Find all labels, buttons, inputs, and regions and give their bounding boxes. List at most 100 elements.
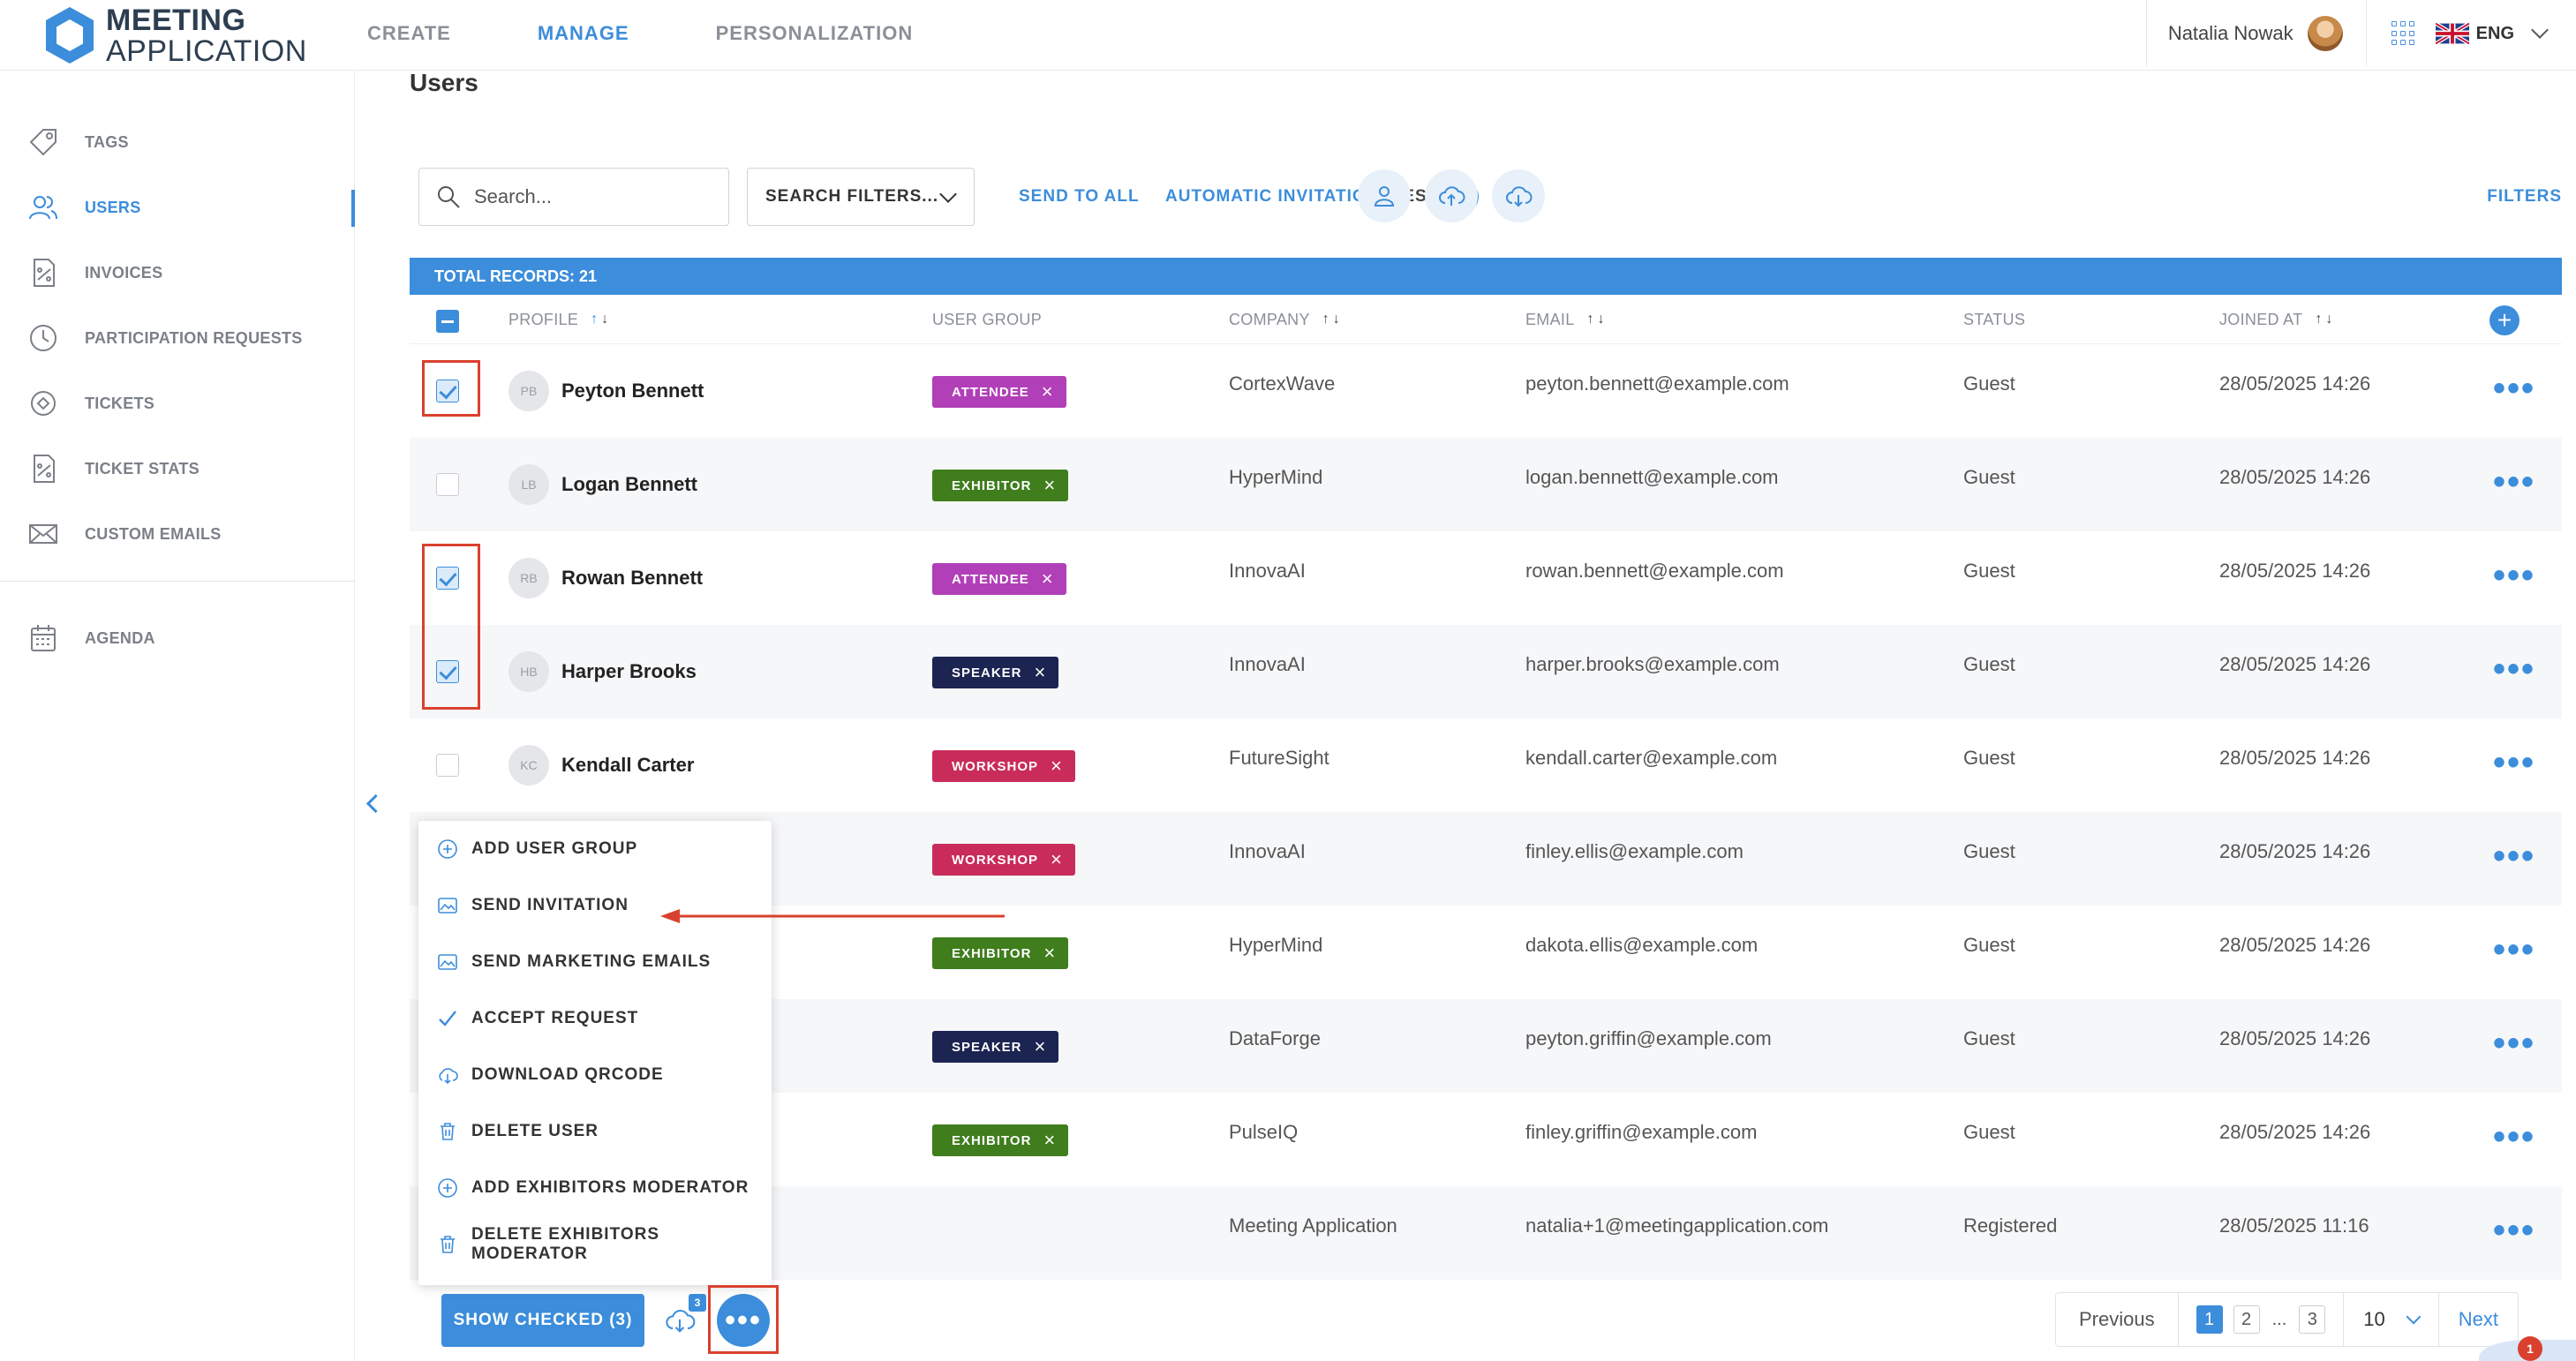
menu-add-exhibitors-moderator[interactable]: ADD EXHIBITORS MODERATOR bbox=[418, 1160, 772, 1216]
stats-icon bbox=[26, 452, 60, 485]
remove-group-close-icon[interactable]: × bbox=[1043, 942, 1056, 965]
sort-icon[interactable]: ↑↓ bbox=[591, 312, 612, 327]
apps-grid-icon[interactable] bbox=[2391, 21, 2416, 46]
company-cell: InnovaAI bbox=[1229, 560, 1306, 582]
sort-icon[interactable]: ↑↓ bbox=[2315, 312, 2336, 327]
column-company[interactable]: COMPANY ↑↓ bbox=[1229, 295, 1344, 344]
sidebar-item-participation-requests[interactable]: PARTICIPATION REQUESTS bbox=[0, 309, 355, 367]
row-actions-more-icon[interactable]: ••• bbox=[2493, 838, 2535, 874]
remove-group-close-icon[interactable]: × bbox=[1043, 474, 1056, 497]
user-icon bbox=[1374, 186, 1395, 207]
remove-group-close-icon[interactable]: × bbox=[1035, 1035, 1047, 1058]
per-page-select[interactable]: 10 bbox=[2344, 1293, 2439, 1346]
joined-at-cell: 28/05/2025 14:26 bbox=[2219, 934, 2371, 956]
row-checkbox[interactable] bbox=[436, 660, 459, 683]
remove-group-close-icon[interactable]: × bbox=[1051, 848, 1063, 871]
sidebar-item-ticket-stats[interactable]: TICKET STATS bbox=[0, 440, 355, 498]
row-actions-more-icon[interactable]: ••• bbox=[2493, 1119, 2535, 1154]
remove-group-close-icon[interactable]: × bbox=[1051, 755, 1063, 778]
status-cell: Guest bbox=[1963, 372, 2015, 395]
row-actions-more-icon[interactable]: ••• bbox=[2493, 1026, 2535, 1061]
menu-send-invitation[interactable]: SEND INVITATION bbox=[418, 877, 772, 934]
menu-delete-user[interactable]: DELETE USER bbox=[418, 1103, 772, 1160]
add-user-button[interactable] bbox=[1358, 169, 1411, 222]
sidebar-item-agenda[interactable]: AGENDA bbox=[0, 609, 355, 667]
sidebar-item-tickets[interactable]: TICKETS bbox=[0, 374, 355, 432]
chevron-down-icon bbox=[2531, 21, 2549, 39]
row-actions-more-icon[interactable]: ••• bbox=[2493, 1213, 2535, 1248]
user-avatar bbox=[2307, 16, 2343, 51]
company-cell: InnovaAI bbox=[1229, 840, 1306, 862]
menu-download-qrcode[interactable]: DOWNLOAD QRCODE bbox=[418, 1047, 772, 1103]
joined-at-cell: 28/05/2025 14:26 bbox=[2219, 840, 2371, 862]
column-joined-at[interactable]: JOINED AT ↑↓ bbox=[2219, 295, 2336, 344]
sidebar-item-invoices[interactable]: INVOICES bbox=[0, 244, 355, 302]
table-row: LB Logan Bennett EXHIBITOR × HyperMind logan.… bbox=[410, 438, 2562, 531]
sidebar-item-users[interactable]: USERS bbox=[0, 178, 355, 237]
user-name[interactable]: Peyton Bennett bbox=[561, 380, 704, 402]
user-name[interactable]: Harper Brooks bbox=[561, 660, 697, 683]
remove-group-close-icon[interactable]: × bbox=[1043, 1129, 1056, 1152]
user-menu[interactable]: Natalia Nowak bbox=[2145, 0, 2367, 67]
pagination: Previous 1 2 ... 3 10 Next bbox=[2055, 1292, 2519, 1347]
collapse-sidebar-chevron-icon[interactable] bbox=[364, 791, 383, 817]
show-checked-button[interactable]: SHOW CHECKED (3) bbox=[441, 1294, 644, 1347]
row-checkbox[interactable] bbox=[436, 754, 459, 777]
row-checkbox[interactable] bbox=[436, 380, 459, 402]
nav-personalization[interactable]: PERSONALIZATION bbox=[716, 22, 914, 45]
search-filters-dropdown[interactable]: SEARCH FILTERS... bbox=[747, 168, 975, 226]
row-actions-more-icon[interactable]: ••• bbox=[2493, 932, 2535, 967]
nav-manage[interactable]: MANAGE bbox=[538, 22, 629, 45]
search-input[interactable] bbox=[474, 185, 712, 208]
company-cell: HyperMind bbox=[1229, 934, 1323, 956]
menu-send-marketing-emails[interactable]: SEND MARKETING EMAILS bbox=[418, 934, 772, 990]
row-actions-more-icon[interactable]: ••• bbox=[2493, 745, 2535, 780]
menu-delete-exhibitors-moderator[interactable]: DELETE EXHIBITORS MODERATOR bbox=[418, 1216, 772, 1273]
language-selector[interactable]: ENG bbox=[2435, 21, 2549, 44]
row-checkbox[interactable] bbox=[436, 567, 459, 590]
page-2-button[interactable]: 2 bbox=[2233, 1305, 2260, 1334]
page-ellipsis: ... bbox=[2271, 1309, 2287, 1329]
email-cell: peyton.griffin@example.com bbox=[1525, 1027, 1772, 1049]
download-button[interactable] bbox=[1492, 169, 1545, 222]
more-actions-button[interactable]: ••• bbox=[717, 1294, 770, 1347]
top-bar: MEETING APPLICATION CREATE MANAGE PERSON… bbox=[0, 0, 2576, 71]
row-actions-more-icon[interactable]: ••• bbox=[2493, 558, 2535, 593]
row-actions-more-icon[interactable]: ••• bbox=[2493, 651, 2535, 687]
menu-item-label: DOWNLOAD QRCODE bbox=[471, 1065, 664, 1084]
app-logo[interactable]: MEETING APPLICATION bbox=[42, 4, 307, 67]
menu-item-label: DELETE EXHIBITORS MODERATOR bbox=[471, 1225, 660, 1263]
remove-group-close-icon[interactable]: × bbox=[1035, 661, 1047, 684]
select-all-checkbox[interactable] bbox=[436, 310, 459, 333]
column-profile[interactable]: PROFILE ↑↓ bbox=[508, 295, 612, 344]
page-3-button[interactable]: 3 bbox=[2299, 1305, 2326, 1334]
add-column-plus-icon[interactable]: + bbox=[2489, 305, 2520, 335]
filters-button[interactable]: FILTERS bbox=[2487, 168, 2562, 226]
sidebar-item-tags[interactable]: TAGS bbox=[0, 113, 355, 171]
page-1-button[interactable]: 1 bbox=[2196, 1305, 2223, 1334]
user-group-label: EXHIBITOR bbox=[952, 945, 1032, 961]
sort-icon[interactable]: ↑↓ bbox=[1587, 312, 1608, 327]
user-name[interactable]: Rowan Bennett bbox=[561, 567, 703, 590]
send-to-all-button[interactable]: SEND TO ALL bbox=[1019, 168, 1140, 226]
mail-icon bbox=[26, 517, 60, 551]
total-records-bar: TOTAL RECORDS: 21 bbox=[410, 258, 2562, 295]
previous-page-button[interactable]: Previous bbox=[2056, 1293, 2179, 1346]
column-label: EMAIL bbox=[1525, 310, 1575, 328]
row-actions-more-icon[interactable]: ••• bbox=[2493, 464, 2535, 500]
user-name[interactable]: Logan Bennett bbox=[561, 473, 697, 496]
row-checkbox[interactable] bbox=[436, 473, 459, 496]
remove-group-close-icon[interactable]: × bbox=[1042, 568, 1054, 590]
menu-accept-request[interactable]: ACCEPT REQUEST bbox=[418, 990, 772, 1047]
next-page-button[interactable]: Next bbox=[2439, 1293, 2518, 1346]
nav-create[interactable]: CREATE bbox=[367, 22, 451, 45]
sort-icon[interactable]: ↑↓ bbox=[1322, 312, 1344, 327]
remove-group-close-icon[interactable]: × bbox=[1042, 380, 1054, 403]
row-actions-more-icon[interactable]: ••• bbox=[2493, 371, 2535, 406]
menu-add-user-group[interactable]: ADD USER GROUP bbox=[418, 821, 772, 877]
user-name[interactable]: Kendall Carter bbox=[561, 754, 694, 777]
upload-button[interactable] bbox=[1425, 169, 1478, 222]
column-email[interactable]: EMAIL ↑↓ bbox=[1525, 295, 1608, 344]
sidebar-item-custom-emails[interactable]: CUSTOM EMAILS bbox=[0, 505, 355, 563]
search-box[interactable] bbox=[418, 168, 729, 226]
